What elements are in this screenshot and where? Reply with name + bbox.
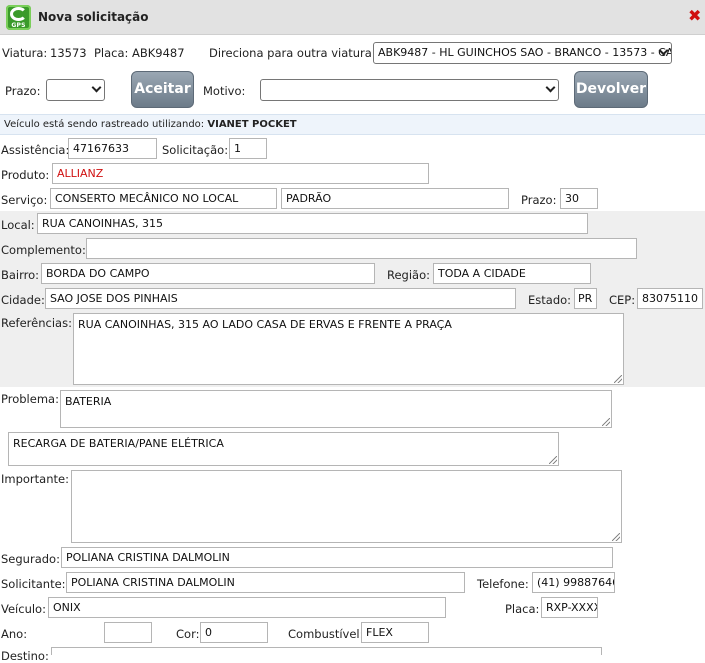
tracking-info: Veículo está sendo rastreado utilizando:… [0, 114, 705, 135]
problema-detalhe-textarea[interactable]: RECARGA DE BATERIA/PANE ELÉTRICA [8, 432, 559, 466]
bairro-label: Bairro: [1, 268, 40, 282]
produto-field[interactable]: ALLIANZ [52, 163, 429, 184]
prazo-select[interactable] [46, 79, 105, 101]
placa-label: Placa: [94, 46, 129, 60]
produto-label: Produto: [1, 168, 50, 182]
cep-field[interactable]: 83075110 [637, 288, 703, 309]
regiao-field[interactable]: TODA A CIDADE [433, 263, 591, 284]
title-bar: GPS Nova solicitação ✖ [0, 0, 705, 35]
solicitacao-field[interactable]: 1 [229, 138, 267, 159]
window-title: Nova solicitação [38, 10, 149, 24]
telefone-label: Telefone: [477, 577, 529, 591]
solicitante-label: Solicitante: [1, 577, 66, 591]
viatura-label: Viatura: [2, 46, 48, 60]
referencias-textarea[interactable]: RUA CANOINHAS, 315 AO LADO CASA DE ERVAS… [73, 313, 624, 385]
cidade-field[interactable]: SAO JOSE DOS PINHAIS [45, 288, 516, 309]
complemento-field[interactable] [86, 238, 637, 259]
segurado-label: Segurado: [1, 552, 60, 566]
motivo-select[interactable] [260, 79, 559, 101]
solicitante-field[interactable]: POLIANA CRISTINA DALMOLIN [66, 572, 465, 593]
referencias-label: Referências: [1, 316, 72, 330]
assistencia-label: Assistência: [1, 143, 70, 157]
cidade-label: Cidade: [1, 293, 45, 307]
problema-label: Problema: [1, 392, 59, 406]
motivo-label: Motivo: [203, 84, 246, 98]
destino-field[interactable] [51, 647, 602, 655]
cep-label: CEP: [609, 293, 636, 307]
servico-field[interactable]: CONSERTO MECÂNICO NO LOCAL [50, 188, 277, 209]
ano-label: Ano: [1, 627, 28, 641]
close-icon[interactable]: ✖ [688, 6, 701, 25]
return-button[interactable]: Devolver [574, 71, 648, 108]
cor-field[interactable]: 0 [200, 622, 268, 643]
telefone-field[interactable]: (41) 998876460 [532, 572, 615, 593]
placa-value: ABK9487 [132, 46, 185, 60]
problema-textarea[interactable]: BATERIA [60, 390, 612, 428]
servico-prazo-label: Prazo: [521, 193, 557, 207]
assistencia-field[interactable]: 47167633 [68, 138, 157, 159]
ano-field[interactable] [104, 622, 152, 643]
tracking-device: VIANET POCKET [207, 119, 297, 130]
redirect-label: Direciona para outra viatura [209, 46, 372, 60]
chevron-down-icon [91, 82, 102, 93]
estado-label: Estado: [528, 293, 572, 307]
veiculo-label: Veículo: [1, 602, 46, 616]
estado-field[interactable]: PR [574, 288, 597, 309]
local-label: Local: [1, 218, 35, 232]
servico-label: Serviço: [1, 193, 48, 207]
importante-textarea[interactable] [71, 470, 622, 543]
cor-label: Cor: [176, 627, 200, 641]
bairro-field[interactable]: BORDA DO CAMPO [41, 263, 375, 284]
placa-veiculo-label: Placa: [505, 602, 540, 616]
prazo-label: Prazo: [5, 84, 41, 98]
gps-logo-icon: GPS [6, 5, 31, 30]
veiculo-field[interactable]: ONIX [48, 597, 446, 618]
redirect-vehicle-select[interactable]: ABK9487 - HL GUINCHOS SAO - BRANCO - 135… [373, 42, 672, 64]
accept-button[interactable]: Aceitar [131, 71, 194, 108]
servico-tipo-field[interactable]: PADRÃO [281, 188, 509, 209]
solicitacao-label: Solicitação: [162, 143, 229, 157]
combustivel-label: Combustível: [288, 627, 364, 641]
chevron-down-icon [545, 82, 556, 93]
combustivel-field[interactable]: FLEX [361, 622, 429, 643]
destino-label: Destino: [1, 649, 49, 663]
complemento-label: Complemento: [1, 243, 86, 257]
segurado-field[interactable]: POLIANA CRISTINA DALMOLIN [61, 547, 613, 568]
importante-label: Importante: [1, 472, 69, 486]
viatura-value: 13573 [50, 46, 87, 60]
servico-prazo-field[interactable]: 30 [560, 188, 598, 209]
local-field[interactable]: RUA CANOINHAS, 315 [37, 213, 588, 234]
placa-veiculo-field[interactable]: RXP-XXXX [541, 597, 598, 618]
regiao-label: Região: [387, 268, 431, 282]
tracking-text: Veículo está sendo rastreado utilizando: [4, 119, 205, 130]
